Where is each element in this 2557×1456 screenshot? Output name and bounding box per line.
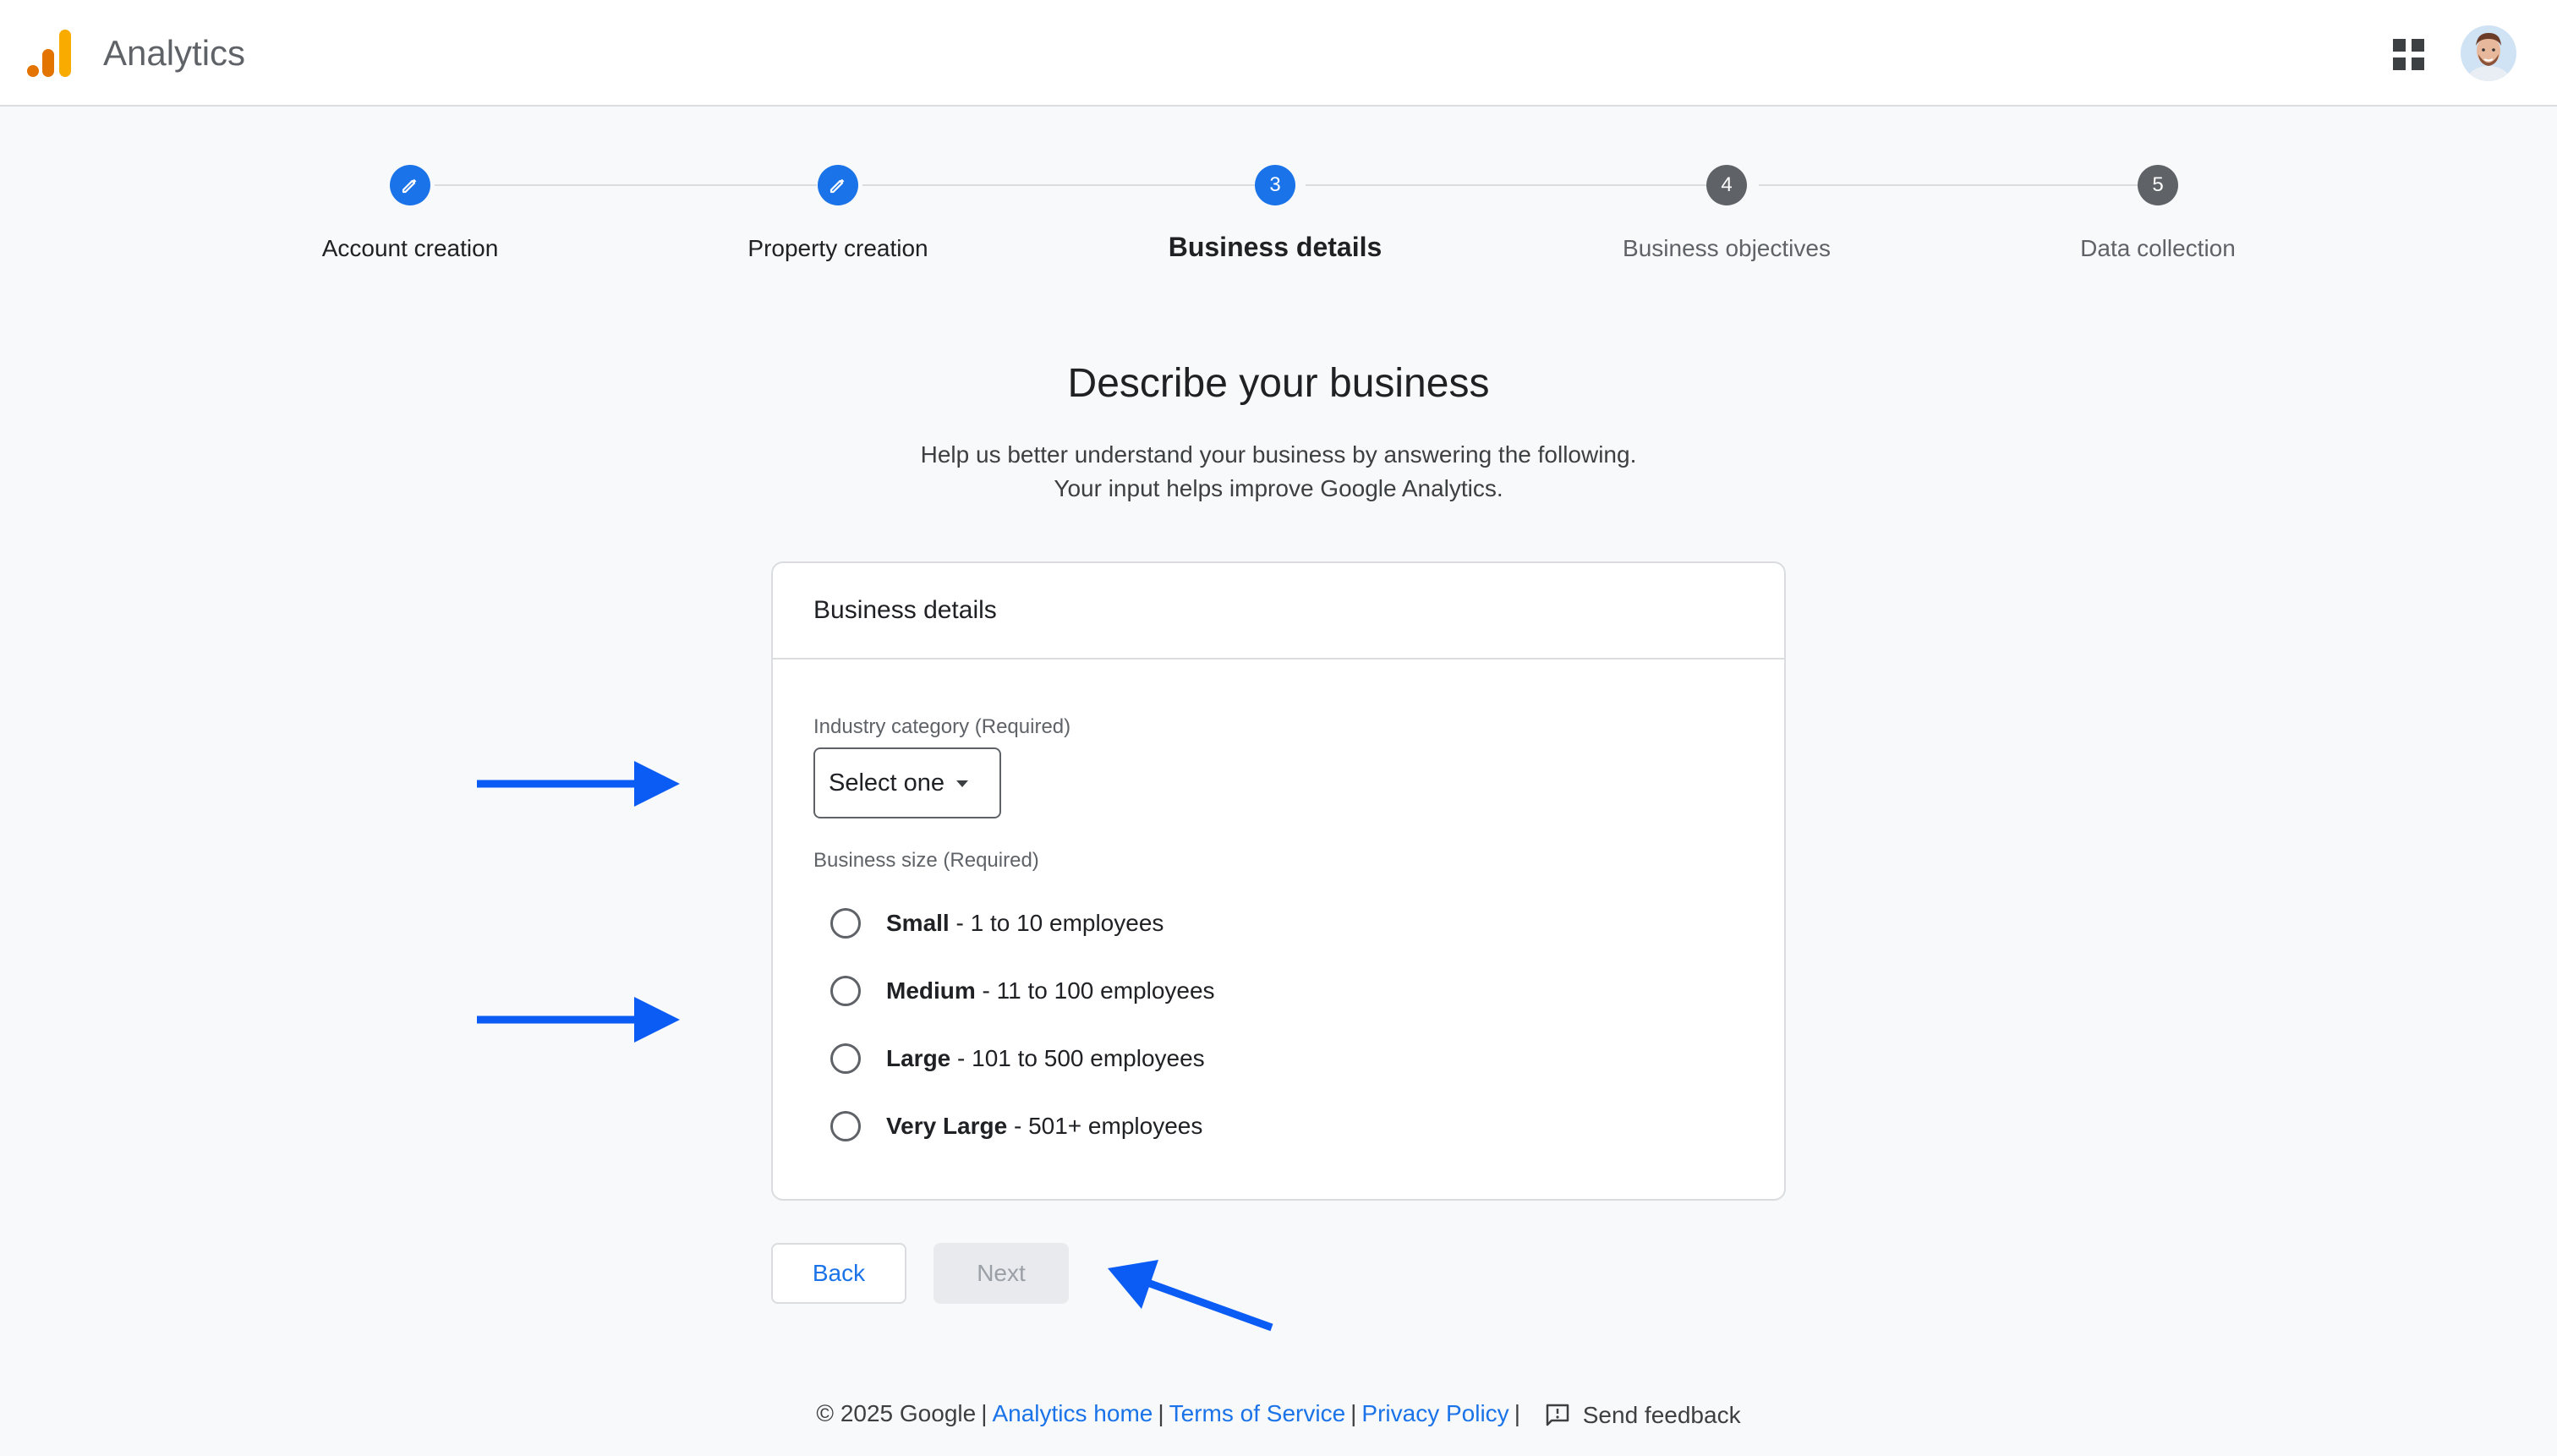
radio-button[interactable] [830,1111,861,1141]
business-size-label: Business size (Required) [813,849,1039,872]
size-detail: - 1 to 10 employees [949,910,1164,936]
card-header: Business details [773,563,1784,660]
step-3-marker: 3 [1255,165,1295,205]
app-title: Analytics [103,33,246,73]
radio-button[interactable] [830,1043,861,1074]
size-name: Small [886,910,950,936]
step-5-label: Data collection [2080,235,2236,261]
business-details-card: Business details Industry category (Requ… [771,561,1786,1201]
stepper-connector [1759,184,2138,186]
edit-icon [830,178,845,194]
next-button[interactable]: Next [934,1243,1069,1304]
edit-icon [402,178,417,194]
business-size-option-large[interactable]: Large - 101 to 500 employees [830,1033,1205,1084]
radio-button[interactable] [830,976,861,1006]
stepper-connector [862,184,1255,186]
send-feedback-label: Send feedback [1582,1401,1741,1428]
size-detail: - 101 to 500 employees [950,1045,1205,1071]
page-title: Describe your business [1067,361,1490,406]
step-1-label: Account creation [321,235,499,261]
annotation-arrow-size [477,997,680,1043]
step-2-label: Property creation [747,235,928,261]
footer: © 2025 Google | Analytics home | Terms of Se… [0,1397,2557,1432]
analytics-home-link[interactable]: Analytics home [992,1400,1153,1426]
apps-grid-icon[interactable] [2393,39,2425,71]
industry-category-select[interactable]: Select one [813,747,1001,818]
size-detail: - 501+ employees [1007,1113,1203,1139]
size-name: Medium [886,977,976,1004]
size-name: Large [886,1045,951,1071]
business-size-option-very-large[interactable]: Very Large - 501+ employees [830,1101,1202,1152]
analytics-bars-icon[interactable] [25,29,71,78]
step-5-marker: 5 [2138,165,2178,205]
size-name: Very Large [886,1113,1008,1139]
step-4-label: Business objectives [1623,235,1831,261]
top-app-bar: Analytics [0,0,2557,107]
annotation-arrow-industry [477,761,680,807]
business-size-option-small[interactable]: Small - 1 to 10 employees [830,898,1164,949]
privacy-policy-link[interactable]: Privacy Policy [1361,1400,1508,1426]
industry-category-value: Select one [829,769,945,796]
step-1-marker[interactable] [390,165,430,205]
annotation-arrow-next [1108,1260,1273,1332]
send-feedback-button[interactable]: Send feedback [1544,1399,1741,1432]
subtitle-line-2: Your input helps improve Google Analytic… [1054,475,1503,501]
dropdown-caret-icon [956,780,969,787]
terms-of-service-link[interactable]: Terms of Service [1169,1400,1346,1426]
page-subtitle: Help us better understand your business … [0,438,2557,506]
back-button[interactable]: Back [771,1243,906,1304]
stepper-connector [1306,184,1706,186]
step-3-label: Business details [1168,232,1383,262]
step-2-marker[interactable] [818,165,858,205]
industry-category-label: Industry category (Required) [813,715,1071,738]
business-size-option-medium[interactable]: Medium - 11 to 100 employees [830,966,1215,1016]
size-detail: - 11 to 100 employees [975,977,1215,1004]
copyright: © 2025 Google [816,1400,977,1426]
user-avatar[interactable] [2461,25,2516,81]
stepper-connector [435,184,817,186]
radio-button[interactable] [830,908,861,939]
subtitle-line-1: Help us better understand your business … [920,441,1637,468]
feedback-icon [1546,1404,1569,1426]
step-4-marker: 4 [1706,165,1747,205]
